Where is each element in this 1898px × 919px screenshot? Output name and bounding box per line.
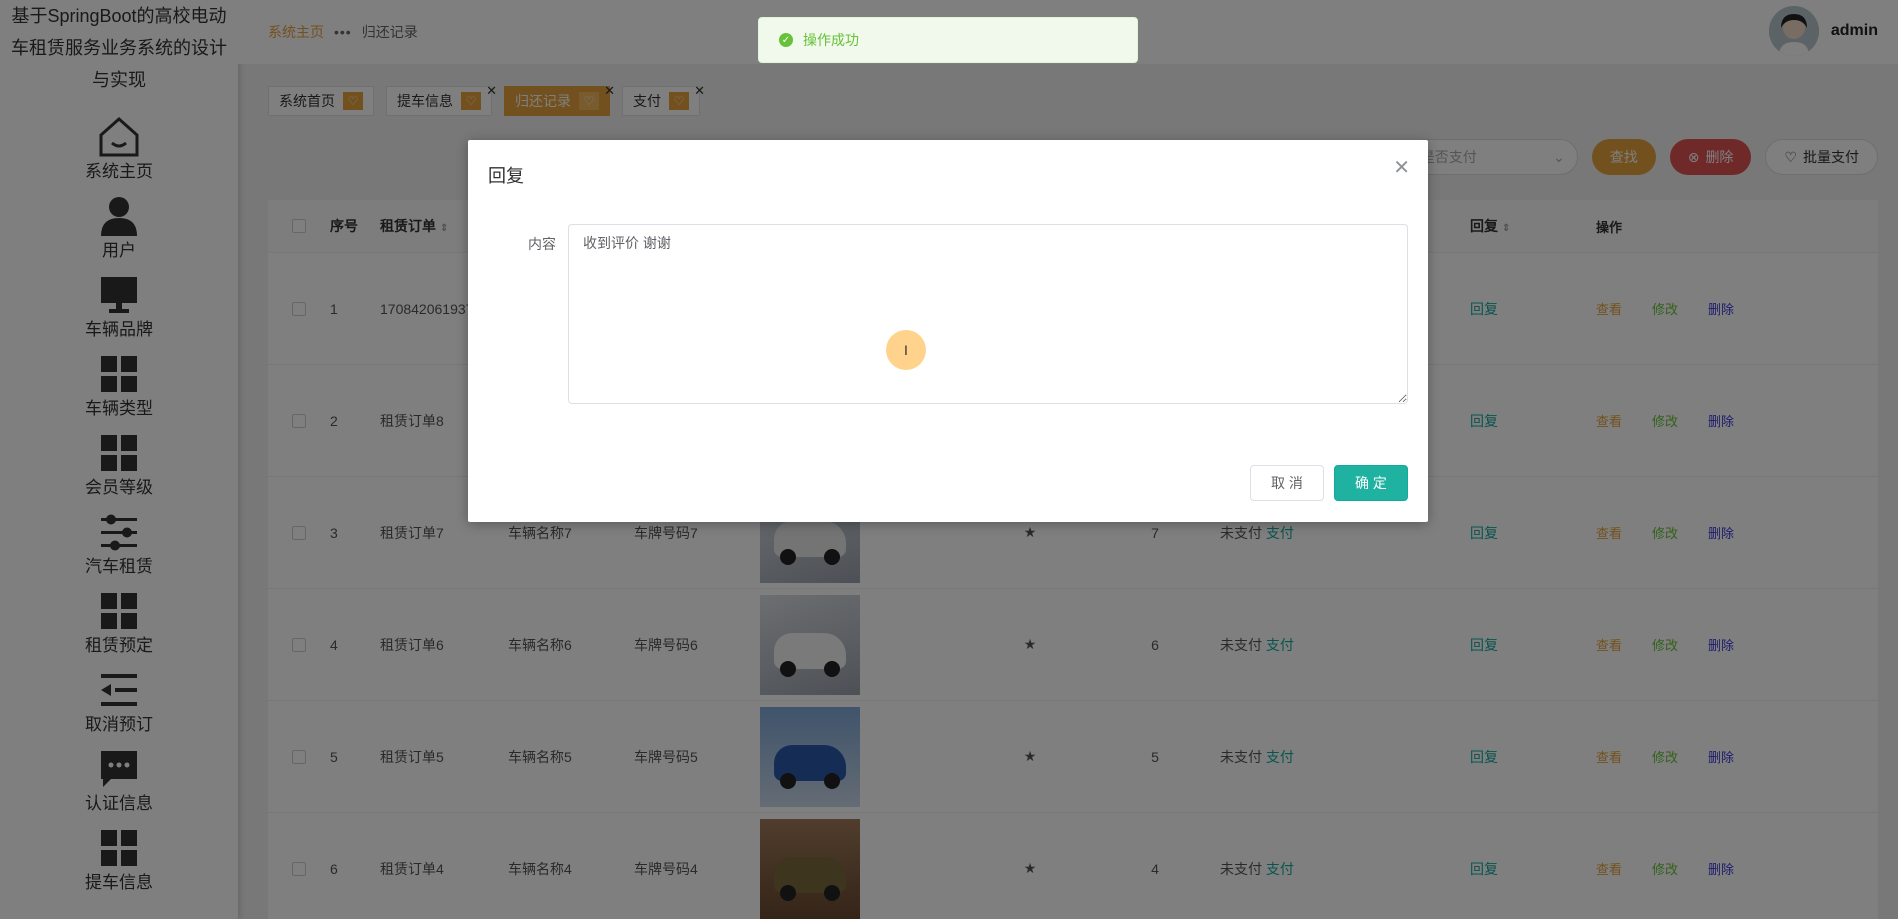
content-label: 内容 (528, 236, 556, 252)
close-icon[interactable]: ✕ (1393, 158, 1410, 178)
cancel-button[interactable]: 取 消 (1250, 465, 1324, 501)
content-textarea[interactable]: 收到评价 谢谢 (568, 224, 1408, 404)
dialog-title: 回复 (488, 166, 524, 186)
confirm-button[interactable]: 确 定 (1334, 465, 1408, 501)
success-toast: ✓ 操作成功 (758, 17, 1138, 63)
reply-dialog: 回复 ✕ 内容 收到评价 谢谢 I 取 消 确 定 (468, 140, 1428, 522)
toast-message: 操作成功 (803, 32, 859, 48)
check-circle-icon: ✓ (779, 33, 793, 47)
